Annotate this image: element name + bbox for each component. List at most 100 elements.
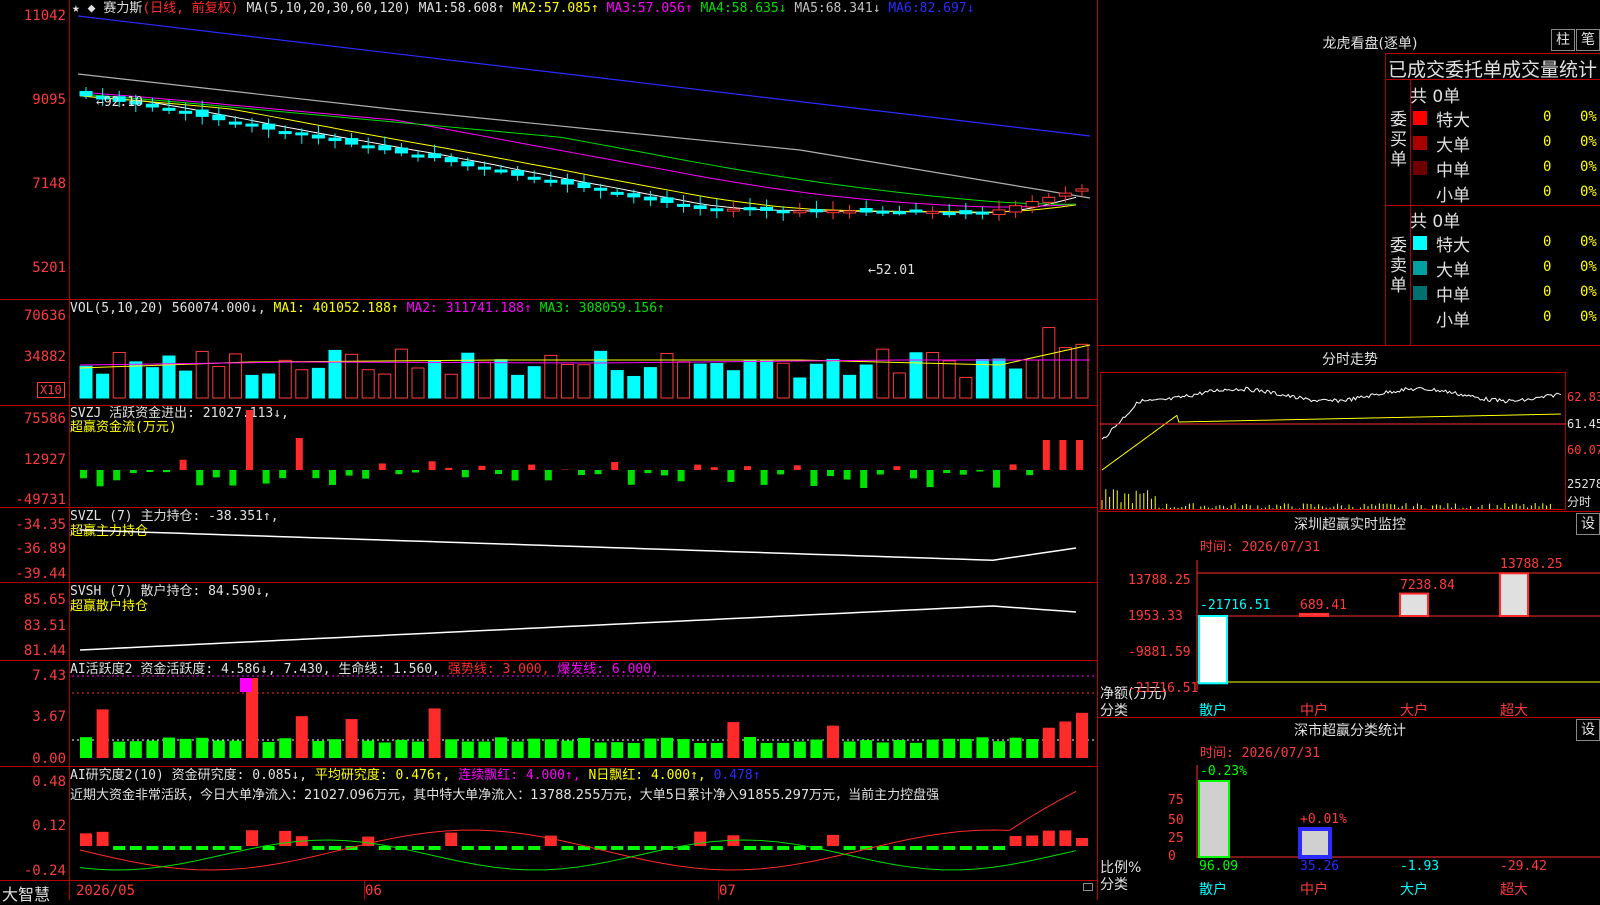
sell-legend-swatch: [1413, 261, 1427, 275]
activity-bar: [578, 738, 590, 758]
activity-bar: [1026, 739, 1038, 758]
volume-bar: [478, 362, 490, 398]
flow-bar: [478, 466, 485, 470]
volume-bar: [810, 364, 822, 398]
realtime-settings-button[interactable]: 设: [1576, 513, 1600, 535]
buy-row-count: 0: [1543, 134, 1551, 150]
sell-legend-swatch: [1413, 286, 1427, 300]
volume-bar: [329, 350, 341, 398]
realtime-title: 深圳超赢实时监控: [1260, 514, 1440, 534]
flow-bar: [711, 467, 718, 470]
price-tick: 62.83: [1567, 390, 1600, 404]
flow-bar: [578, 470, 585, 475]
flow-bar: [1043, 440, 1050, 470]
candle: [827, 211, 839, 213]
flow-bar: [263, 470, 270, 484]
buy-legend-swatch: [1413, 111, 1427, 125]
research-bar: [976, 846, 988, 850]
y-tick: -9881.59: [1128, 645, 1191, 660]
activity-bar: [196, 738, 208, 758]
candle: [545, 180, 557, 182]
candle: [993, 210, 1005, 215]
category-label: 散户: [1199, 879, 1227, 899]
y-tick: 13788.25: [1128, 573, 1191, 588]
flow-bar: [379, 463, 386, 470]
activity-bar: [611, 742, 623, 758]
research-bar: [628, 846, 640, 850]
net-value: 13788.25: [1500, 557, 1563, 572]
buy-row-count: 0: [1543, 184, 1551, 200]
research-bar: [246, 830, 258, 846]
net-bar: [1199, 616, 1227, 683]
candle: [744, 208, 756, 210]
activity-bar: [296, 716, 308, 758]
buy-legend-swatch: [1413, 161, 1427, 175]
activity-bar: [844, 741, 856, 758]
activity-bar: [113, 742, 125, 758]
activity-bar: [761, 743, 773, 758]
volume-bar: [611, 371, 623, 398]
price-tick: 60.07: [1567, 443, 1600, 457]
net-bar: [1400, 594, 1428, 616]
candle: [1076, 189, 1088, 191]
buy-row-count: 0: [1543, 109, 1551, 125]
net-bar: [1300, 614, 1328, 616]
flow-bar: [910, 470, 917, 478]
candle: [611, 192, 623, 194]
candle: [528, 177, 540, 179]
ratio-value: 96.09: [1199, 859, 1238, 874]
flow-bar: [362, 470, 369, 479]
candle: [395, 148, 407, 153]
activity-bar: [180, 739, 192, 758]
candle: [445, 158, 457, 162]
candle: [910, 210, 922, 212]
flow-bar: [1059, 440, 1066, 470]
volume-bar: [263, 374, 275, 398]
classify-time: 时间: 2026/07/31: [1200, 742, 1320, 761]
category-label: 中户: [1300, 879, 1328, 899]
classify-settings-button[interactable]: 设: [1576, 719, 1600, 741]
buy-row-pct: 0%: [1580, 109, 1597, 125]
volume-bar: [146, 368, 158, 398]
flow-bar: [130, 470, 137, 473]
column-view-button[interactable]: 柱: [1551, 29, 1575, 51]
sell-total: 共 0单: [1410, 207, 1460, 232]
candle: [711, 209, 723, 211]
activity-bar: [362, 741, 374, 758]
research-bar: [429, 846, 441, 850]
candle: [80, 92, 92, 96]
intraday-title: 分时走势: [1280, 349, 1420, 369]
volume-bar: [1076, 344, 1088, 398]
intraday-chart[interactable]: [1100, 372, 1566, 510]
volume-bar: [545, 355, 557, 398]
volume-bar: [678, 362, 690, 398]
candle: [196, 110, 208, 116]
volume-bar: [794, 378, 806, 398]
candle: [844, 211, 856, 213]
research-bar: [777, 846, 789, 850]
research-line: [80, 791, 1076, 870]
burst-marker: [240, 678, 252, 692]
activity-bar: [661, 738, 673, 758]
research-bar: [412, 846, 424, 850]
tick-view-button[interactable]: 笔: [1576, 29, 1600, 51]
flow-bar: [113, 470, 120, 480]
candle: [943, 213, 955, 215]
chart-canvas[interactable]: ←92.10←52.01: [0, 0, 1100, 900]
activity-bar: [512, 742, 524, 758]
activity-bar: [1059, 721, 1071, 758]
research-bar: [943, 846, 955, 850]
candle: [794, 211, 806, 213]
candle: [163, 108, 175, 110]
ratio-top-label: +0.01%: [1300, 812, 1347, 827]
y-tick: 0: [1168, 849, 1176, 864]
volume-bar: [113, 352, 125, 398]
activity-bar: [877, 742, 889, 758]
lhkp-title: 龙虎看盘(逐单): [1280, 33, 1460, 53]
sell-row-pct: 0%: [1580, 259, 1597, 275]
activity-bar: [462, 742, 474, 758]
flow-bar: [395, 470, 402, 474]
research-bar: [445, 833, 457, 846]
research-bar: [528, 846, 540, 850]
flow-bar: [329, 470, 336, 485]
